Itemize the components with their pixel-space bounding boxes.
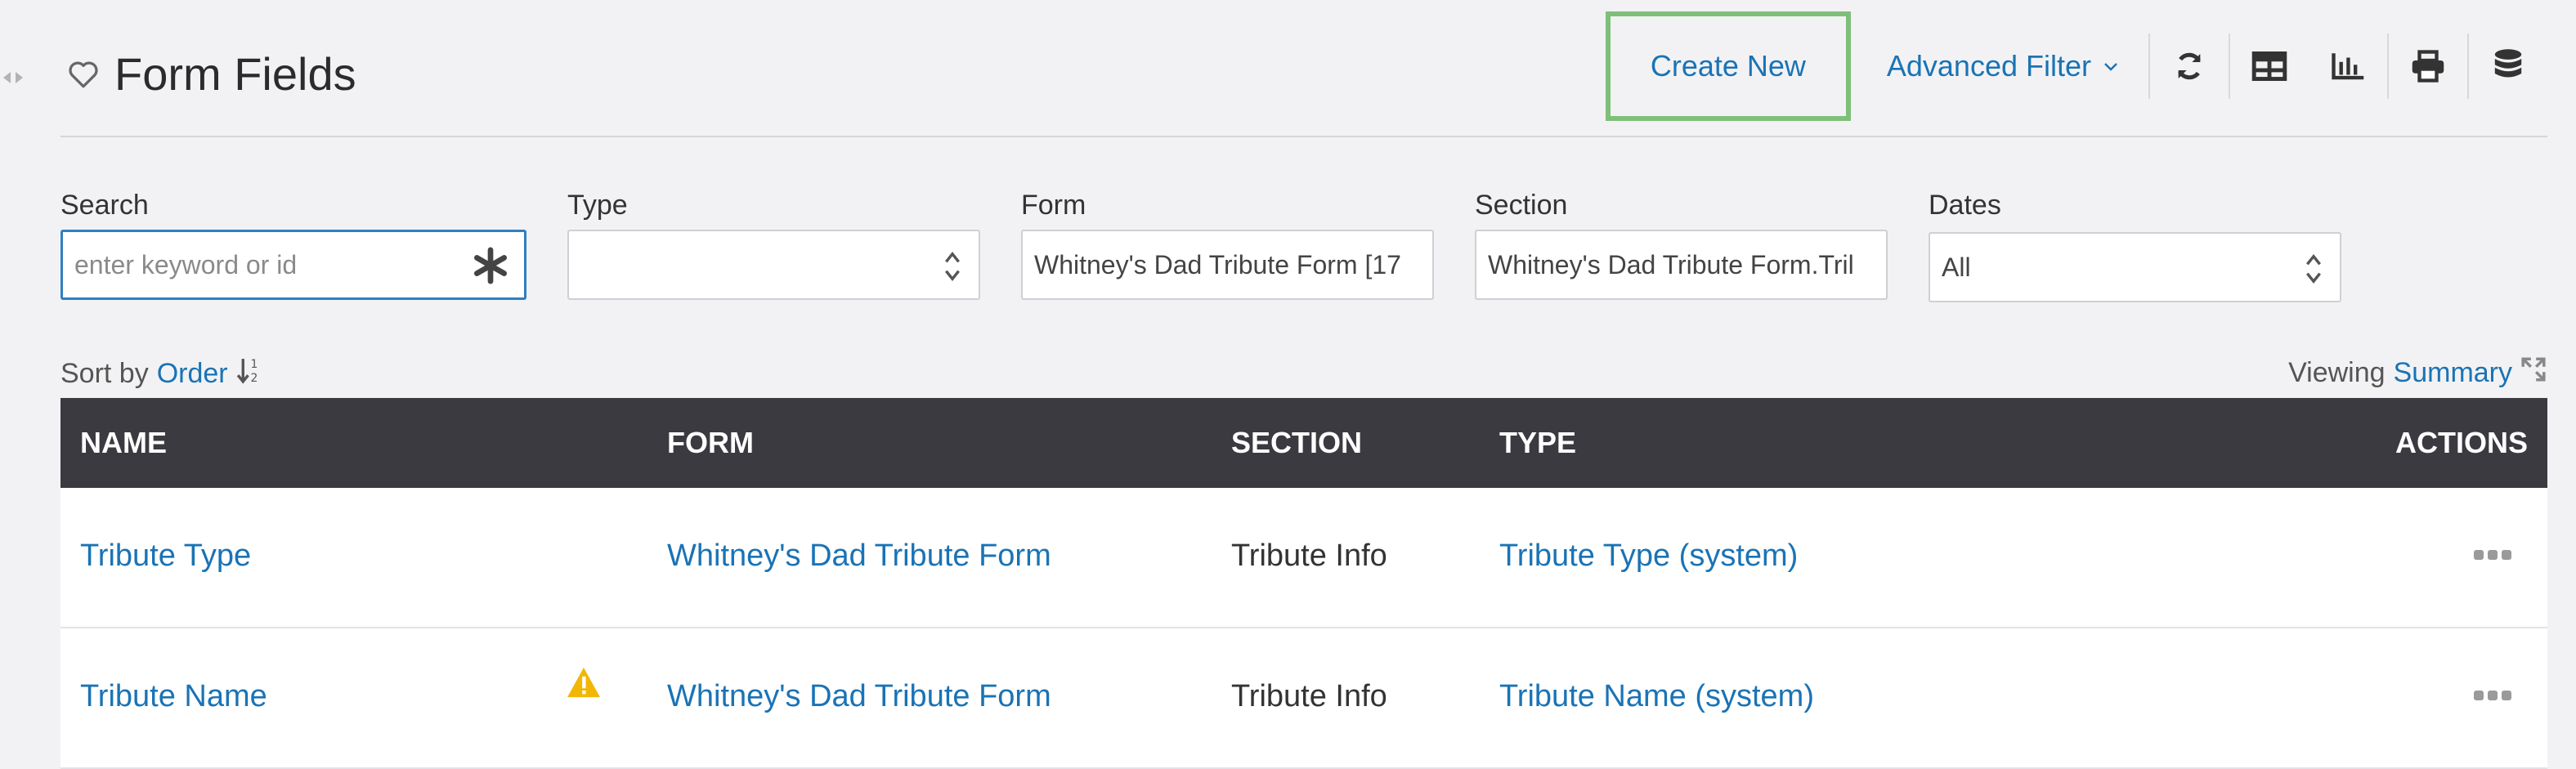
- sort-control: Sort by Order 12: [60, 356, 262, 391]
- svg-text:1: 1: [250, 358, 258, 371]
- column-header-section[interactable]: SECTION: [1231, 398, 1362, 488]
- svg-text:2: 2: [250, 372, 258, 384]
- print-icon[interactable]: [2389, 34, 2467, 99]
- chevron-down-icon: [2104, 63, 2117, 71]
- page-header: Form Fields Create New Advanced Filter: [60, 0, 2547, 137]
- refresh-icon[interactable]: [2150, 34, 2229, 99]
- advanced-filter-button[interactable]: Advanced Filter: [1887, 49, 2119, 83]
- view-mode-link[interactable]: Summary: [2394, 357, 2512, 389]
- database-icon[interactable]: [2469, 34, 2547, 99]
- heart-icon[interactable]: [67, 60, 100, 89]
- form-link[interactable]: Whitney's Dad Tribute Form: [667, 679, 1051, 714]
- form-fields-table: NAME FORM SECTION TYPE ACTIONS Tribute T…: [60, 398, 2547, 769]
- search-field[interactable]: [60, 230, 526, 300]
- column-header-type[interactable]: TYPE: [1499, 398, 1576, 488]
- select-arrows-icon: [943, 249, 962, 290]
- create-new-button[interactable]: Create New: [1605, 11, 1851, 121]
- sort-by-label: Sort by: [60, 358, 149, 389]
- table-row: Tribute Type Whitney's Dad Tribute Form …: [60, 488, 2547, 628]
- table-row: Tribute Name Whitney's Dad Tribute Form …: [60, 628, 2547, 769]
- more-actions-icon[interactable]: [2474, 691, 2511, 700]
- type-link[interactable]: Tribute Name (system): [1499, 679, 1814, 714]
- sidebar-collapse-toggle[interactable]: [3, 72, 23, 83]
- field-name-link[interactable]: Tribute Type: [80, 539, 251, 574]
- dates-select-value: All: [1942, 252, 1971, 282]
- column-header-actions: ACTIONS: [2395, 426, 2528, 459]
- view-control: Viewing Summary: [2288, 356, 2547, 390]
- section-text: Tribute Info: [1231, 539, 1387, 573]
- form-label: Form: [1021, 190, 1086, 221]
- column-header-name[interactable]: NAME: [80, 398, 167, 488]
- section-filter-field[interactable]: Whitney's Dad Tribute Form.Tril: [1475, 230, 1888, 300]
- type-link[interactable]: Tribute Type (system): [1499, 539, 1798, 574]
- select-arrows-icon: [2304, 252, 2323, 293]
- expand-icon[interactable]: [2520, 356, 2547, 390]
- dates-select[interactable]: All: [1929, 232, 2341, 302]
- form-link[interactable]: Whitney's Dad Tribute Form: [667, 539, 1051, 574]
- title-area: Form Fields: [67, 47, 356, 101]
- table-view-icon[interactable]: [2230, 34, 2309, 99]
- sort-field-link[interactable]: Order: [157, 358, 228, 390]
- search-label: Search: [60, 190, 149, 221]
- sort-order-icon[interactable]: 12: [236, 356, 262, 391]
- arrow-right-icon: [16, 72, 23, 83]
- field-name-link[interactable]: Tribute Name: [80, 679, 267, 714]
- table-header: NAME FORM SECTION TYPE ACTIONS: [60, 398, 2547, 488]
- asterisk-icon[interactable]: [472, 247, 509, 291]
- type-select[interactable]: [567, 230, 980, 300]
- arrow-left-icon: [3, 72, 11, 83]
- viewing-label: Viewing: [2288, 357, 2386, 388]
- page-title: Form Fields: [114, 48, 356, 100]
- toolbar: Create New Advanced Filter: [1605, 8, 2547, 124]
- section-filter-value: Whitney's Dad Tribute Form.Tril: [1488, 249, 1854, 279]
- form-filter-value: Whitney's Dad Tribute Form [17: [1034, 249, 1401, 279]
- search-input[interactable]: [74, 249, 459, 280]
- type-label: Type: [567, 190, 628, 221]
- dates-label: Dates: [1929, 190, 2001, 221]
- section-label: Section: [1475, 190, 1568, 221]
- column-header-form[interactable]: FORM: [667, 398, 754, 488]
- more-actions-icon[interactable]: [2474, 550, 2511, 560]
- bar-chart-icon[interactable]: [2309, 34, 2387, 99]
- form-filter-field[interactable]: Whitney's Dad Tribute Form [17: [1021, 230, 1434, 300]
- advanced-filter-label: Advanced Filter: [1886, 49, 2091, 83]
- section-text: Tribute Info: [1231, 679, 1387, 713]
- warning-icon: [566, 666, 602, 703]
